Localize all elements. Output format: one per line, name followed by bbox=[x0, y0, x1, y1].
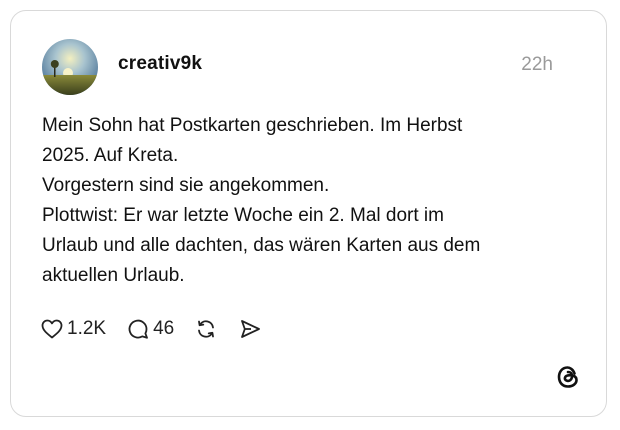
post-line: Plottwist: Er war letzte Woche ein 2. Ma… bbox=[42, 205, 444, 226]
comment-count: 46 bbox=[153, 318, 175, 339]
repost-icon bbox=[198, 320, 215, 338]
comment-button[interactable]: 46 bbox=[126, 317, 174, 341]
post-body: Mein Sohn hat Postkarten geschrieben. Im… bbox=[42, 111, 582, 291]
comment-bubble-icon bbox=[128, 319, 148, 339]
heart-icon bbox=[41, 319, 63, 339]
post-line: Vorgestern sind sie angekommen. bbox=[42, 175, 330, 196]
repost-button[interactable] bbox=[194, 317, 218, 341]
like-count: 1.2K bbox=[67, 318, 107, 339]
threads-logo-icon bbox=[557, 366, 578, 388]
post-line: Urlaub und alle dachten, das wären Karte… bbox=[42, 235, 481, 256]
post-line: 2025. Auf Kreta. bbox=[42, 145, 179, 166]
post-actions: 1.2K 46 bbox=[40, 317, 282, 341]
post-line: aktuellen Urlaub. bbox=[42, 265, 185, 286]
post-timestamp: 22h bbox=[521, 54, 553, 75]
username[interactable]: creativ9k bbox=[118, 53, 202, 75]
post-card: creativ9k 22h Mein Sohn hat Postkarten g… bbox=[10, 10, 607, 417]
like-button[interactable]: 1.2K bbox=[40, 317, 106, 341]
send-icon bbox=[241, 320, 261, 338]
post-line: Mein Sohn hat Postkarten geschrieben. Im… bbox=[42, 115, 463, 136]
avatar[interactable] bbox=[42, 39, 98, 95]
share-button[interactable] bbox=[238, 317, 262, 341]
